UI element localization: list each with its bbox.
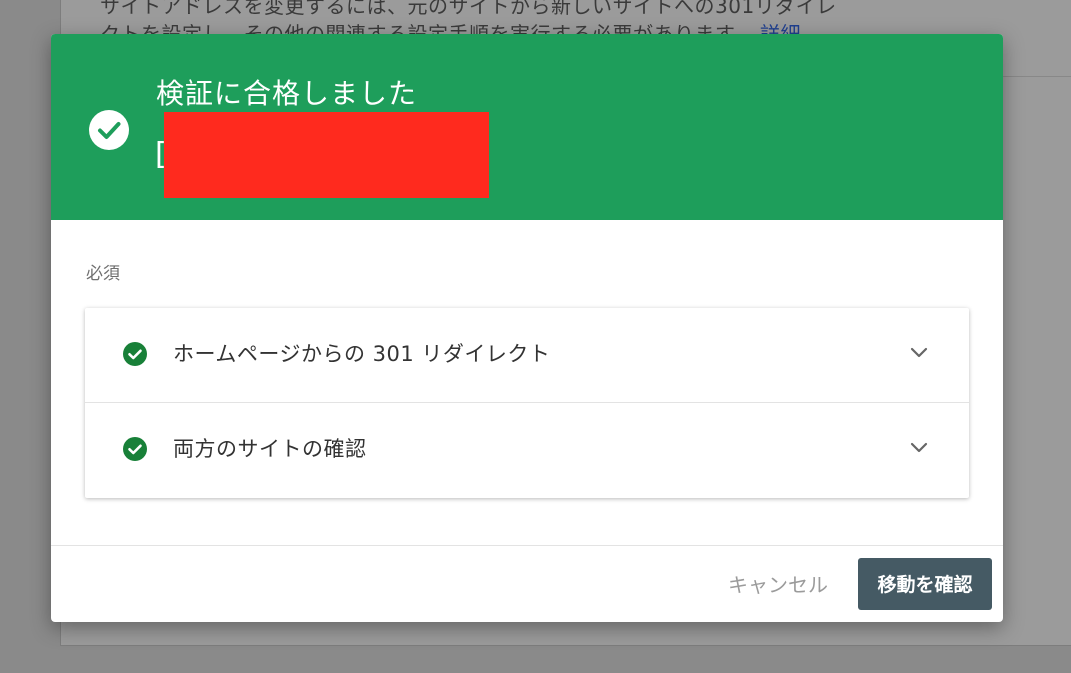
requirement-label: 両方のサイトの確認: [173, 437, 367, 461]
check-circle-icon: [89, 110, 129, 150]
check-circle-icon: [123, 342, 147, 366]
section-label-required: 必須: [86, 264, 120, 284]
check-circle-icon: [123, 437, 147, 461]
dialog-header: 検証に合格しました [: [51, 34, 1003, 220]
redacted-site-url: [164, 112, 489, 198]
dialog-title: 検証に合格しました: [156, 77, 418, 110]
requirement-label: ホームページからの 301 リダイレクト: [173, 342, 551, 366]
chevron-down-icon[interactable]: [909, 441, 929, 455]
requirement-item-redirect[interactable]: ホームページからの 301 リダイレクト: [85, 308, 969, 403]
confirm-move-button[interactable]: 移動を確認: [858, 558, 992, 610]
background-divider: [1003, 76, 1071, 77]
footer-divider: [51, 545, 1003, 546]
requirement-item-verification[interactable]: 両方のサイトの確認: [85, 403, 969, 498]
background-text-line1: サイトアドレスを変更するには、元のサイトから新しいサイトへの301リダイレ: [100, 0, 837, 18]
cancel-button[interactable]: キャンセル: [713, 562, 843, 606]
chevron-down-icon[interactable]: [909, 346, 929, 360]
verification-dialog: 検証に合格しました [ 必須 ホームページからの 301 リダイレクト 両方のサ…: [51, 34, 1003, 622]
requirements-list: ホームページからの 301 リダイレクト 両方のサイトの確認: [85, 308, 969, 498]
